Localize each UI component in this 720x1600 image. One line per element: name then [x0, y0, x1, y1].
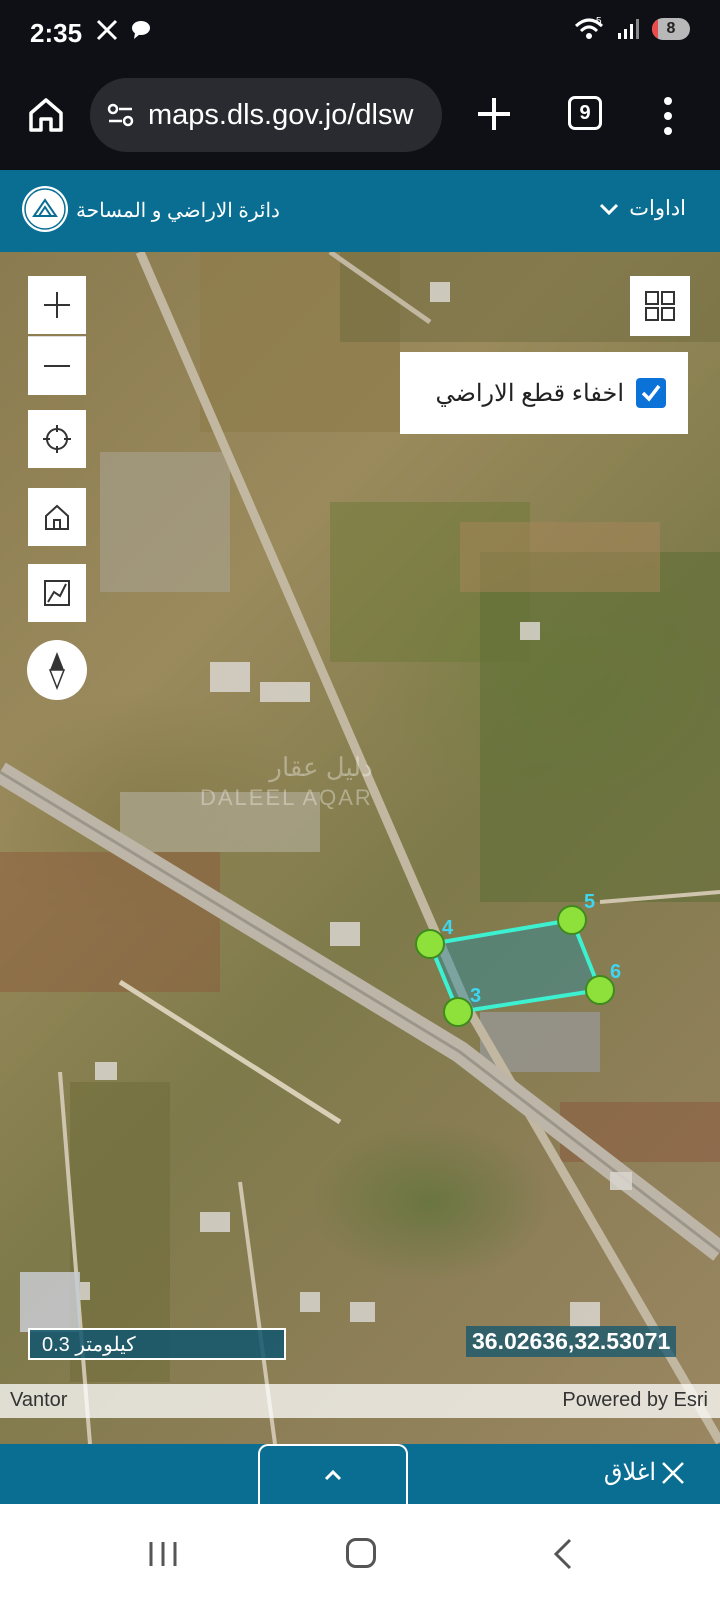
basemap-gallery-button[interactable]	[630, 276, 690, 336]
vertex-label: 4	[442, 917, 454, 939]
minus-icon	[44, 365, 70, 367]
measure-icon	[44, 580, 70, 606]
locate-button[interactable]	[28, 410, 86, 468]
battery-indicator: 8	[652, 18, 690, 40]
hide-parcels-checkbox[interactable]	[636, 378, 666, 408]
wifi-icon: 5	[574, 16, 604, 39]
signal-icon	[618, 19, 639, 39]
compass-icon	[48, 652, 66, 690]
coordinates-readout: 36.02636,32.53071	[466, 1326, 677, 1357]
measure-button[interactable]	[28, 564, 86, 622]
grid-icon	[645, 291, 675, 321]
chevron-up-icon	[324, 1469, 342, 1481]
close-label: اغلاق	[603, 1459, 656, 1486]
chevron-down-icon	[600, 203, 619, 215]
status-right: 5 8	[574, 16, 690, 42]
url-text: maps.dls.gov.jo/dlsw	[148, 98, 414, 131]
tools-dropdown[interactable]: اداوات	[599, 196, 686, 221]
hide-parcels-toggle[interactable]: اخفاء قطع الاراضي	[400, 352, 688, 434]
parcel-vertex[interactable]	[415, 929, 445, 959]
satellite-map[interactable]: 4 5 6 3 اخفاء قطع الاراضي دليل عقار DALE…	[0, 252, 720, 1444]
status-time: 2:35	[30, 18, 83, 48]
app-header: دائرة الاراضي و المساحة اداوات	[0, 170, 720, 252]
plus-icon	[44, 292, 70, 318]
department-name: دائرة الاراضي و المساحة	[76, 200, 280, 222]
dls-logo	[22, 186, 68, 232]
compass-button[interactable]	[27, 640, 87, 700]
back-icon[interactable]	[553, 1538, 573, 1570]
more-menu-icon[interactable]	[660, 96, 676, 136]
browser-home-icon[interactable]	[26, 95, 66, 135]
bottom-panel-bar: اغلاق	[0, 1444, 720, 1504]
attribution-bar: Vantor Powered by Esri	[0, 1384, 720, 1418]
hide-parcels-label: اخفاء قطع الاراضي	[435, 379, 624, 407]
vertex-label: 3	[470, 985, 481, 1007]
x-icon	[96, 19, 118, 41]
attribution-imagery: Vantor	[10, 1389, 68, 1411]
close-panel-button[interactable]: اغلاق	[604, 1458, 686, 1487]
close-icon	[662, 1461, 684, 1484]
default-extent-button[interactable]	[28, 488, 86, 546]
chat-icon	[132, 21, 150, 39]
watermark-arabic: دليل عقار	[269, 752, 373, 782]
address-bar[interactable]: maps.dls.gov.jo/dlsw	[90, 78, 442, 152]
site-settings-icon[interactable]	[106, 100, 136, 130]
tab-switcher-button[interactable]: 9	[568, 96, 602, 130]
wifi-label: 5	[596, 16, 602, 27]
browser-toolbar: maps.dls.gov.jo/dlsw 9	[0, 70, 720, 170]
scale-bar: 0.3 كيلومتر	[28, 1328, 286, 1360]
logo-icon	[24, 188, 66, 230]
status-bar: 2:35 5 8	[0, 0, 720, 70]
nav-home-icon[interactable]	[346, 1538, 376, 1568]
attribution-esri[interactable]: Powered by Esri	[562, 1389, 708, 1412]
watermark-english: DALEEL AQAR	[200, 785, 373, 810]
expand-panel-button[interactable]	[258, 1444, 408, 1504]
system-nav-bar	[0, 1504, 720, 1600]
crosshair-icon	[43, 425, 71, 453]
vertex-label: 6	[610, 961, 621, 983]
zoom-out-button[interactable]	[28, 336, 86, 395]
notification-icons	[95, 18, 153, 42]
checkmark-icon	[641, 384, 661, 402]
home-icon	[45, 504, 69, 530]
tools-label: اداوات	[629, 197, 686, 220]
recents-icon[interactable]	[148, 1540, 178, 1568]
parcel-vertex[interactable]	[557, 905, 587, 935]
watermark: دليل عقار DALEEL AQAR	[200, 752, 373, 811]
parcel-vertex[interactable]	[443, 997, 473, 1027]
new-tab-icon[interactable]	[474, 94, 514, 134]
vertex-label: 5	[584, 891, 595, 913]
zoom-in-button[interactable]	[28, 276, 86, 334]
